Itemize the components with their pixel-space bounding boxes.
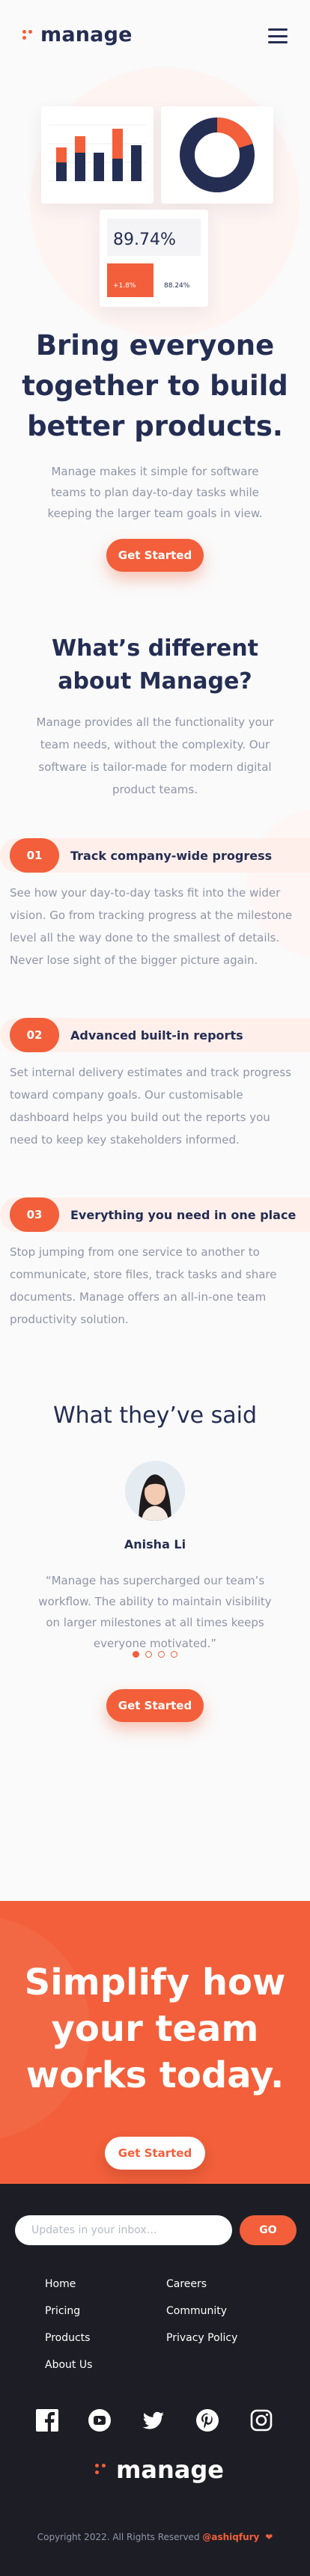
carousel-dot[interactable]	[145, 1651, 152, 1658]
carousel-dot[interactable]	[171, 1651, 177, 1658]
avatar	[125, 1461, 185, 1521]
footer-link-careers[interactable]: Careers	[166, 2278, 207, 2290]
different-description: Manage provides all the functionality yo…	[36, 715, 274, 796]
copyright: Copyright 2022. All Rights Reserved @ash…	[0, 2532, 310, 2542]
carousel-dot[interactable]	[133, 1651, 139, 1658]
footer-logo-text: manage	[116, 2456, 224, 2484]
footer-link-products[interactable]: Products	[45, 2332, 90, 2344]
pinterest-icon[interactable]	[195, 2408, 219, 2432]
testimonial-author: Anisha Li	[124, 1537, 186, 1551]
footer-link-home[interactable]: Home	[45, 2278, 76, 2290]
bar-chart-graphic	[49, 124, 146, 182]
different-title: What’s different about Manage?	[52, 635, 258, 695]
instagram-icon[interactable]	[249, 2408, 273, 2432]
facebook-icon[interactable]	[35, 2408, 59, 2432]
logo-mark-icon	[22, 29, 34, 40]
logo[interactable]: manage	[22, 25, 133, 45]
youtube-icon[interactable]	[88, 2408, 112, 2432]
newsletter-input[interactable]	[15, 2215, 232, 2245]
cta-title: Simplify how your team works today.	[24, 1962, 286, 2096]
feature-number-badge: 03	[10, 1197, 59, 1232]
feature-description: See how your day-to-day tasks fit into t…	[10, 886, 293, 967]
footer-link-community[interactable]: Community	[166, 2305, 227, 2317]
stat-big-value: 89.74%	[113, 231, 176, 249]
testimonial-get-started-button[interactable]: Get Started	[106, 1689, 204, 1722]
feature-title: Advanced built-in reports	[70, 1028, 243, 1043]
cta-section: Simplify how your team works today. Get …	[0, 1901, 310, 2184]
hamburger-icon[interactable]	[268, 28, 288, 43]
hero-illustration: 89.74% +1.8% 88.24%	[34, 97, 281, 322]
feature-title: Everything you need in one place	[70, 1207, 297, 1222]
twitter-icon[interactable]	[142, 2408, 165, 2432]
feature-number-badge: 01	[10, 838, 59, 873]
stat-small-value: 88.24%	[164, 282, 190, 290]
heart-icon: ❤	[265, 2532, 273, 2542]
feature-number-badge: 02	[10, 1018, 59, 1052]
feature-title: Track company-wide progress	[70, 848, 273, 863]
newsletter-go-button[interactable]: GO	[240, 2215, 297, 2245]
hero-description: Manage makes it simple for software team…	[47, 465, 263, 520]
carousel-dot[interactable]	[158, 1651, 165, 1658]
footer-link-about-us[interactable]: About Us	[45, 2359, 92, 2371]
bar-chart-card	[41, 106, 154, 204]
page: manage 89.74% +1.8% 88.24% Bring everyon…	[0, 0, 310, 2576]
feature-description: Stop jumping from one service to another…	[10, 1245, 277, 1326]
copyright-author-link[interactable]: @ashiqfury	[202, 2532, 259, 2542]
site-footer: GO Home Pricing Products About Us Career…	[0, 2184, 310, 2576]
stat-card: 89.74% +1.8% 88.24%	[100, 210, 208, 307]
stat-badge: +1.8%	[107, 263, 154, 297]
hero-title: Bring everyone together to build better …	[22, 329, 288, 442]
stat-badge-text: +1.8%	[113, 282, 136, 290]
site-header: manage	[0, 0, 310, 72]
logo-text: manage	[40, 23, 133, 46]
testimonials-title: What they’ve said	[52, 1403, 258, 1429]
testimonial-quote: “Manage has supercharged our team’s work…	[38, 1574, 272, 1650]
feature-description: Set internal delivery estimates and trac…	[10, 1066, 291, 1147]
footer-link-pricing[interactable]: Pricing	[45, 2305, 80, 2317]
logo-mark-icon	[95, 2464, 109, 2476]
footer-logo[interactable]: manage	[95, 2458, 224, 2482]
copyright-text: Copyright 2022. All Rights Reserved	[37, 2532, 203, 2542]
footer-link-privacy-policy[interactable]: Privacy Policy	[166, 2332, 237, 2344]
cta-get-started-button[interactable]: Get Started	[105, 2137, 205, 2170]
avatar-portrait-graphic	[125, 1461, 185, 1521]
donut-chart-card	[161, 106, 273, 204]
carousel-dots	[0, 1651, 310, 1658]
hero-get-started-button[interactable]: Get Started	[106, 539, 204, 572]
donut-chart-graphic	[180, 117, 255, 192]
